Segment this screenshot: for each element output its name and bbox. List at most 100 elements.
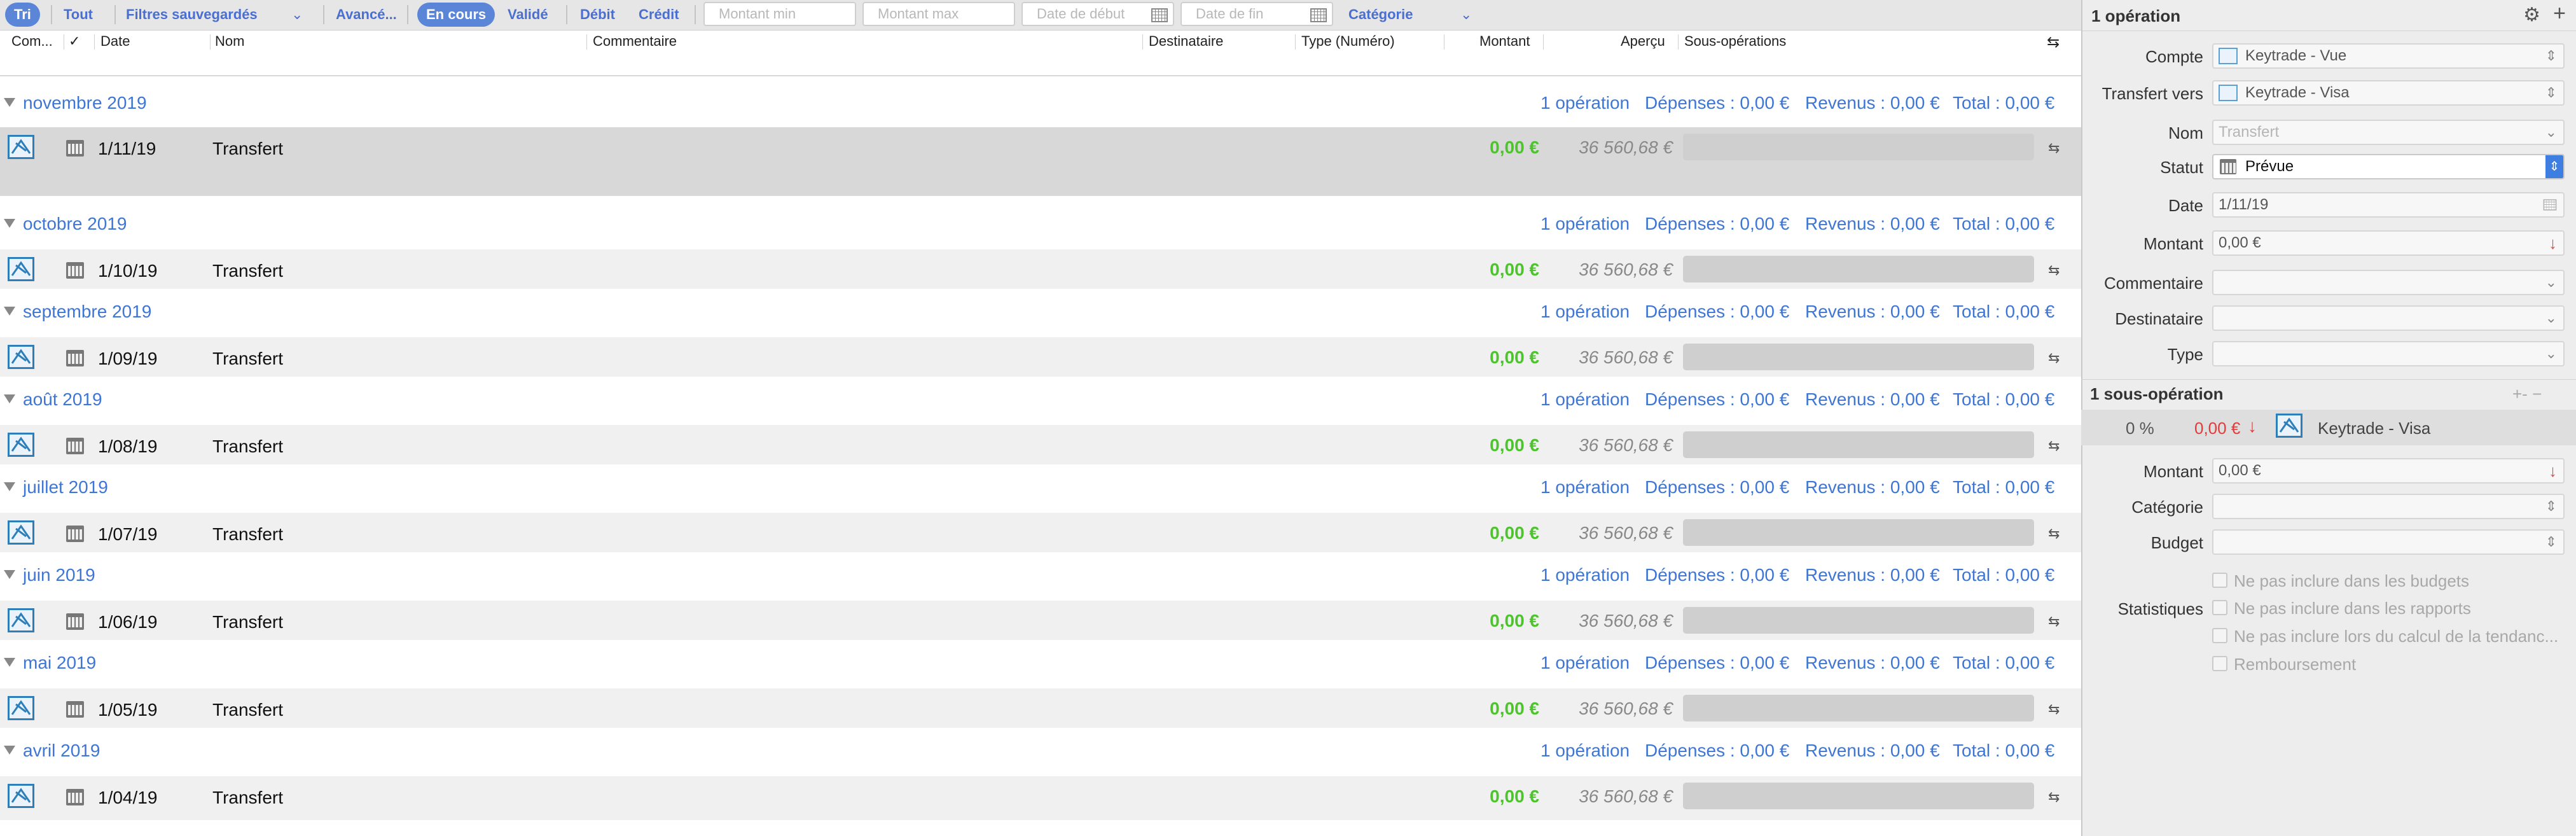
- table-row[interactable]: 1/11/19 Transfert 0,00 €36 560,68 € ⇆: [0, 127, 2081, 196]
- filter-debit-button[interactable]: Débit: [580, 3, 615, 27]
- amount-field[interactable]: 0,00 € ↓: [2212, 230, 2565, 256]
- chevron-down-icon[interactable]: ⌄: [291, 3, 303, 27]
- table-row[interactable]: 1/10/19 Transfert 0,00 €36 560,68 € ⇆: [0, 249, 2081, 293]
- exclude-budgets-label: Ne pas inclure dans les budgets: [2234, 571, 2470, 590]
- table-row[interactable]: 1/07/19 Transfert 0,00 €36 560,68 € ⇆: [0, 513, 2081, 557]
- payee-field[interactable]: ⌄: [2212, 305, 2565, 331]
- filter-credit-button[interactable]: Crédit: [639, 3, 679, 27]
- calendar-icon[interactable]: [1151, 8, 1168, 22]
- arrow-down-icon[interactable]: ↓: [2549, 459, 2557, 482]
- disclosure-triangle-icon[interactable]: [4, 307, 15, 316]
- table-row[interactable]: 1/05/19 Transfert 0,00 € 36 560,68 € ⇆: [0, 688, 2081, 732]
- calendar-icon[interactable]: [1310, 8, 1327, 22]
- end-date-input[interactable]: Date de fin: [1181, 2, 1333, 26]
- transaction-date: 1/05/19: [98, 700, 158, 720]
- gear-icon[interactable]: ⚙: [2523, 4, 2540, 26]
- disclosure-triangle-icon[interactable]: [4, 98, 15, 107]
- column-preview[interactable]: Aperçu: [1621, 33, 1665, 50]
- month-income: Revenus : 0,00 €: [1805, 565, 1940, 585]
- table-row[interactable]: 1/08/19 Transfert 0,00 € 36 560,68 € ⇆: [0, 425, 2081, 469]
- split-icon[interactable]: ⇆: [2048, 701, 2065, 717]
- column-amount[interactable]: Montant: [1479, 33, 1530, 50]
- month-group-header[interactable]: juillet 2019 1 opération Dépenses : 0,00 €…: [0, 464, 2081, 508]
- arrow-down-icon: ↓: [2248, 416, 2257, 436]
- divider: [210, 34, 211, 50]
- disclosure-triangle-icon[interactable]: [4, 570, 15, 579]
- sub-amount-field[interactable]: 0,00 € ↓: [2212, 458, 2565, 484]
- calendar-icon: [66, 350, 84, 366]
- divider: [1295, 34, 1296, 50]
- table-row[interactable]: 1/04/19 Transfert 0,00 € 36 560,68 € ⇆: [0, 776, 2081, 820]
- month-group-header[interactable]: juin 2019 1 opération Dépenses : 0,00 € Rev…: [0, 552, 2081, 596]
- month-total: Total : 0,00 €: [1953, 653, 2055, 672]
- status-select[interactable]: Prévue ⇕: [2212, 154, 2565, 179]
- disclosure-triangle-icon[interactable]: [4, 746, 15, 755]
- category-select[interactable]: ⇕: [2212, 494, 2565, 519]
- column-name[interactable]: Nom: [215, 33, 244, 50]
- month-title: juin 2019: [23, 565, 95, 585]
- transaction-amount: 0,00 €: [1490, 435, 1539, 455]
- month-group-header[interactable]: mai 2019 1 opération Dépenses : 0,00 € Reve…: [0, 640, 2081, 684]
- status-label: Statut: [2160, 158, 2203, 177]
- exclude-trend-label: Ne pas inclure lors du calcul de la tend…: [2234, 627, 2559, 646]
- transaction-name: Transfert: [212, 349, 283, 368]
- month-group-header[interactable]: avril 2019 1 opération Dépenses : 0,00 € Re…: [0, 728, 2081, 772]
- column-comment[interactable]: Commentaire: [593, 33, 677, 50]
- table-row[interactable]: 1/06/19 Transfert 0,00 €36 560,68 € ⇆: [0, 601, 2081, 644]
- month-group-header[interactable]: novembre 2019 1 opération Dépenses : 0,00 …: [0, 80, 2081, 124]
- column-type[interactable]: Type (Numéro): [1301, 33, 1395, 50]
- reimbursement-label: Remboursement: [2234, 655, 2357, 674]
- split-icon[interactable]: ⇆: [2048, 438, 2065, 454]
- account-select[interactable]: Keytrade - Vue ⇕: [2212, 43, 2565, 69]
- month-group-header[interactable]: octobre 2019 1 opération Dépenses : 0,00 €…: [0, 201, 2081, 245]
- calendar-icon[interactable]: [2543, 199, 2557, 211]
- start-date-input[interactable]: Date de début: [1021, 2, 1174, 26]
- transaction-balance: 36 560,68 €: [1579, 347, 1673, 367]
- column-comment-icon[interactable]: Com...: [11, 33, 53, 50]
- disclosure-triangle-icon[interactable]: [4, 219, 15, 228]
- category-filter-menu[interactable]: Catégorie: [1348, 3, 1413, 27]
- disclosure-triangle-icon[interactable]: [4, 658, 15, 667]
- exclude-budgets-checkbox[interactable]: [2212, 573, 2227, 588]
- exclude-reports-checkbox[interactable]: [2212, 600, 2227, 615]
- min-amount-input[interactable]: Montant min: [703, 2, 856, 26]
- month-group-header[interactable]: août 2019 1 opération Dépenses : 0,00 € Rev…: [0, 377, 2081, 421]
- name-field[interactable]: Transfert ⌄: [2212, 120, 2565, 145]
- column-checked[interactable]: ✓: [69, 33, 80, 50]
- month-total: Total : 0,00 €: [1953, 214, 2055, 233]
- account-label: Compte: [2145, 47, 2203, 66]
- type-field[interactable]: ⌄: [2212, 341, 2565, 366]
- statistics-label: Statistiques: [2117, 599, 2203, 618]
- filter-all-button[interactable]: Tout: [64, 3, 93, 27]
- disclosure-triangle-icon[interactable]: [4, 482, 15, 491]
- max-amount-input[interactable]: Montant max: [862, 2, 1015, 26]
- type-label: Type: [2167, 345, 2203, 364]
- table-row[interactable]: 1/09/19 Transfert 0,00 €36 560,68 € ⇆: [0, 337, 2081, 381]
- date-field[interactable]: 1/11/19: [2212, 192, 2565, 218]
- month-group-header[interactable]: septembre 2019 1 opération Dépenses : 0,00…: [0, 289, 2081, 333]
- advanced-filter-button[interactable]: Avancé...: [336, 3, 397, 27]
- add-icon[interactable]: +: [2553, 1, 2566, 26]
- chevron-down-icon: ⌄: [2545, 310, 2557, 326]
- transfer-to-select[interactable]: Keytrade - Visa ⇕: [2212, 80, 2565, 106]
- column-suboperations[interactable]: Sous-opérations: [1684, 33, 1786, 50]
- transaction-date: 1/06/19: [98, 612, 158, 632]
- filter-validated-button[interactable]: Validé: [508, 3, 548, 27]
- disclosure-triangle-icon[interactable]: [4, 394, 15, 403]
- filter-pending-button[interactable]: En cours: [417, 3, 495, 27]
- suboperations-bar: [1683, 134, 2034, 160]
- split-icon[interactable]: ⇆: [2048, 789, 2065, 805]
- chevron-down-icon[interactable]: ⌄: [1460, 3, 1472, 27]
- saved-filters-menu[interactable]: Filtres sauvegardés: [126, 3, 258, 27]
- suboperation-row[interactable]: 0 % 0,00 € ↓ Keytrade - Visa: [2081, 410, 2576, 445]
- transfer-to-value: Keytrade - Visa: [2245, 84, 2350, 101]
- column-date[interactable]: Date: [100, 33, 130, 50]
- exclude-trend-checkbox[interactable]: [2212, 628, 2227, 643]
- add-remove-suboperation-buttons[interactable]: +- −: [2512, 384, 2563, 404]
- reimbursement-checkbox[interactable]: [2212, 656, 2227, 671]
- sort-button[interactable]: Tri: [5, 3, 40, 27]
- arrow-down-icon[interactable]: ↓: [2549, 232, 2557, 254]
- budget-select[interactable]: ⇕: [2212, 529, 2565, 555]
- column-payee[interactable]: Destinataire: [1149, 33, 1223, 50]
- comment-field[interactable]: ⌄: [2212, 270, 2565, 295]
